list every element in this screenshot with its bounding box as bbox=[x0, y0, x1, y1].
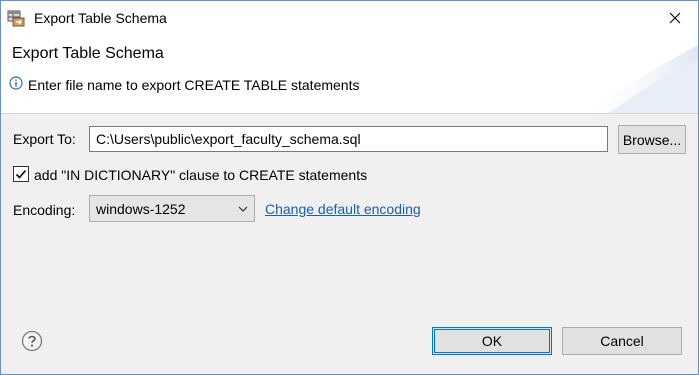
title-bar[interactable]: Export Table Schema bbox=[1, 1, 698, 35]
window-title: Export Table Schema bbox=[34, 10, 167, 26]
close-icon bbox=[669, 12, 681, 24]
info-icon bbox=[9, 76, 23, 90]
encoding-select[interactable]: windows-1252 bbox=[89, 195, 255, 222]
encoding-label: Encoding: bbox=[13, 202, 76, 218]
cancel-button[interactable]: Cancel bbox=[562, 327, 682, 355]
banner-title: Export Table Schema bbox=[12, 45, 164, 62]
in-dictionary-checkbox[interactable] bbox=[13, 166, 29, 182]
browse-button[interactable]: Browse... bbox=[618, 125, 686, 154]
in-dictionary-label[interactable]: add "IN DICTIONARY" clause to CREATE sta… bbox=[34, 167, 367, 183]
banner-message: Enter file name to export CREATE TABLE s… bbox=[28, 77, 360, 93]
chevron-down-icon bbox=[238, 206, 248, 212]
ok-button[interactable]: OK bbox=[432, 327, 552, 355]
change-default-encoding-link[interactable]: Change default encoding bbox=[265, 201, 421, 217]
export-to-label: Export To: bbox=[13, 131, 76, 147]
table-export-app-icon bbox=[7, 10, 25, 27]
banner-separator bbox=[1, 113, 698, 114]
header-banner: Export Table Schema Enter file name to e… bbox=[1, 35, 698, 113]
export-path-input[interactable] bbox=[89, 126, 608, 152]
export-table-schema-dialog: Export Table Schema Export Table Schema … bbox=[0, 0, 699, 375]
checkmark-icon bbox=[15, 169, 27, 179]
banner-decoration bbox=[578, 45, 698, 113]
close-button[interactable] bbox=[652, 1, 698, 35]
encoding-selected-value: windows-1252 bbox=[96, 201, 186, 217]
help-icon[interactable] bbox=[21, 330, 43, 352]
